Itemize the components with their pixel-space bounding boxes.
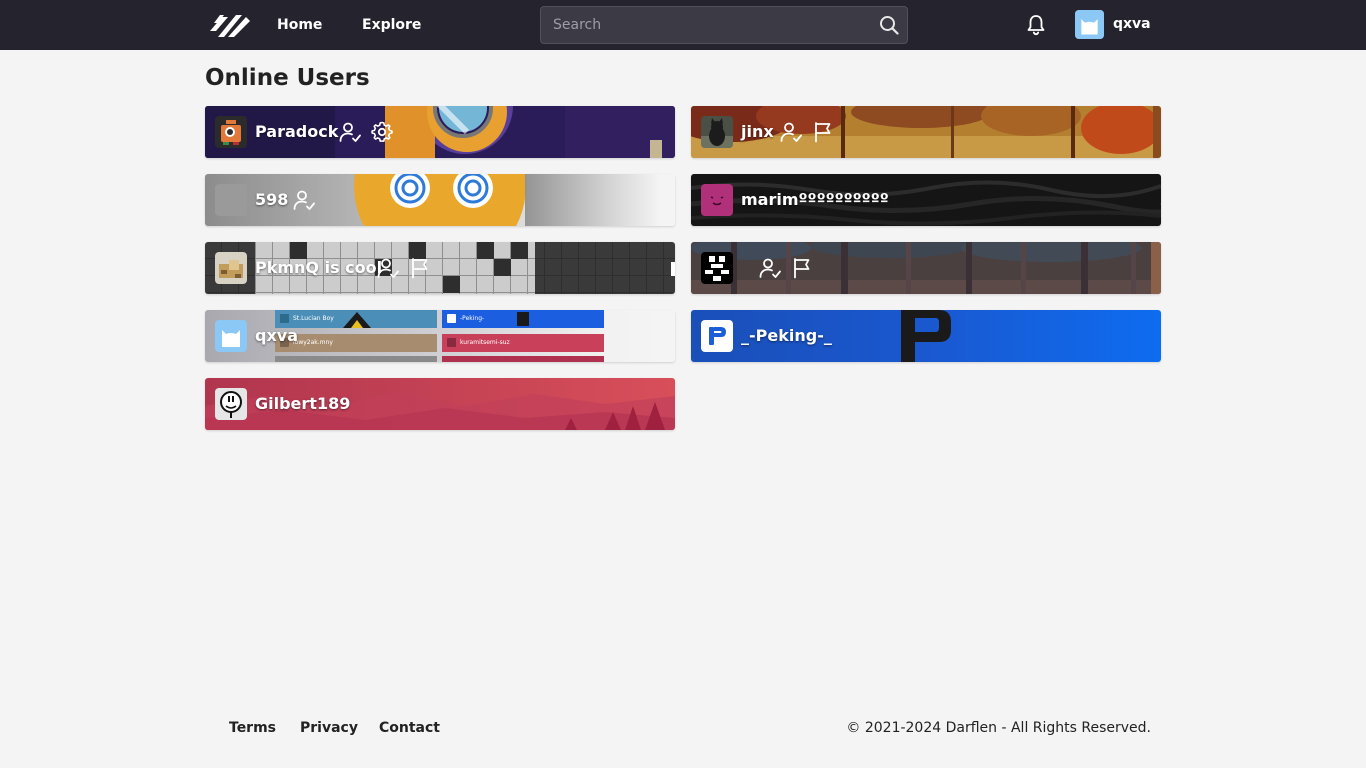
user-avatar xyxy=(215,252,247,284)
user-avatar xyxy=(701,116,733,148)
banner-preview-label: lowy2ak.mny xyxy=(293,339,333,346)
user-card-unnamed[interactable] xyxy=(691,242,1161,294)
user-avatar xyxy=(701,320,733,352)
user-avatar xyxy=(215,388,247,420)
user-avatar xyxy=(215,116,247,148)
page-title: Online Users xyxy=(205,65,370,91)
nav-home-link[interactable]: Home xyxy=(277,0,322,50)
notifications-bell-icon[interactable] xyxy=(1024,13,1048,37)
settings-gear-icon[interactable] xyxy=(370,120,394,144)
search-box xyxy=(540,6,908,44)
footer-privacy-link[interactable]: Privacy xyxy=(300,718,358,738)
cat-avatar-icon xyxy=(1075,10,1104,39)
banner-preview-label: kuramitsemi-suz xyxy=(460,339,510,346)
current-user-name: qxva xyxy=(1113,16,1151,32)
user-name: Gilbert189 xyxy=(255,394,351,413)
report-flag-icon[interactable] xyxy=(408,256,432,280)
user-avatar xyxy=(701,252,733,284)
user-card-marim[interactable]: marimºººººººººº xyxy=(691,174,1161,226)
user-card-qxva[interactable]: St.Lucian Boy -Peking- lowy2ak.mny kuram… xyxy=(205,310,675,362)
search-icon[interactable] xyxy=(879,15,899,35)
report-flag-icon[interactable] xyxy=(811,120,835,144)
user-name: qxva xyxy=(255,326,298,345)
user-card-jinx[interactable]: jinx xyxy=(691,106,1161,158)
user-card-paradock[interactable]: Paradock xyxy=(205,106,675,158)
darflen-logo-icon[interactable] xyxy=(208,9,252,41)
banner-preview-label: -Peking- xyxy=(460,315,485,322)
user-name: marimºººººººººº xyxy=(741,190,889,209)
user-name: Paradock xyxy=(255,122,339,141)
user-card-peking[interactable]: _-Peking-_ xyxy=(691,310,1161,362)
friend-check-icon[interactable] xyxy=(376,256,400,280)
report-flag-icon[interactable] xyxy=(790,256,814,280)
user-card-598[interactable]: 598 xyxy=(205,174,675,226)
user-avatar xyxy=(701,184,733,216)
footer-contact-link[interactable]: Contact xyxy=(379,718,440,738)
user-name: _-Peking-_ xyxy=(741,326,832,345)
friend-check-icon[interactable] xyxy=(779,120,803,144)
nav-explore-link[interactable]: Explore xyxy=(362,0,421,50)
top-navbar: Home Explore qxva xyxy=(0,0,1366,50)
user-name: PkmnQ is cool xyxy=(255,258,383,277)
copyright-text: © 2021-2024 Darflen - All Rights Reserve… xyxy=(846,720,1151,736)
current-user-avatar xyxy=(1075,10,1104,39)
search-input[interactable] xyxy=(541,7,871,43)
user-card-gilbert189[interactable]: Gilbert189 xyxy=(205,378,675,430)
user-name: 598 xyxy=(255,190,289,209)
friend-check-icon[interactable] xyxy=(758,256,782,280)
friend-check-icon[interactable] xyxy=(292,188,316,212)
user-avatar xyxy=(215,320,247,352)
footer-terms-link[interactable]: Terms xyxy=(229,718,276,738)
user-avatar xyxy=(215,184,247,216)
user-name: jinx xyxy=(741,122,774,141)
banner-preview-label: St.Lucian Boy xyxy=(293,315,334,322)
user-card-pkmnq[interactable]: PkmnQ is cool xyxy=(205,242,675,294)
friend-check-icon[interactable] xyxy=(338,120,362,144)
